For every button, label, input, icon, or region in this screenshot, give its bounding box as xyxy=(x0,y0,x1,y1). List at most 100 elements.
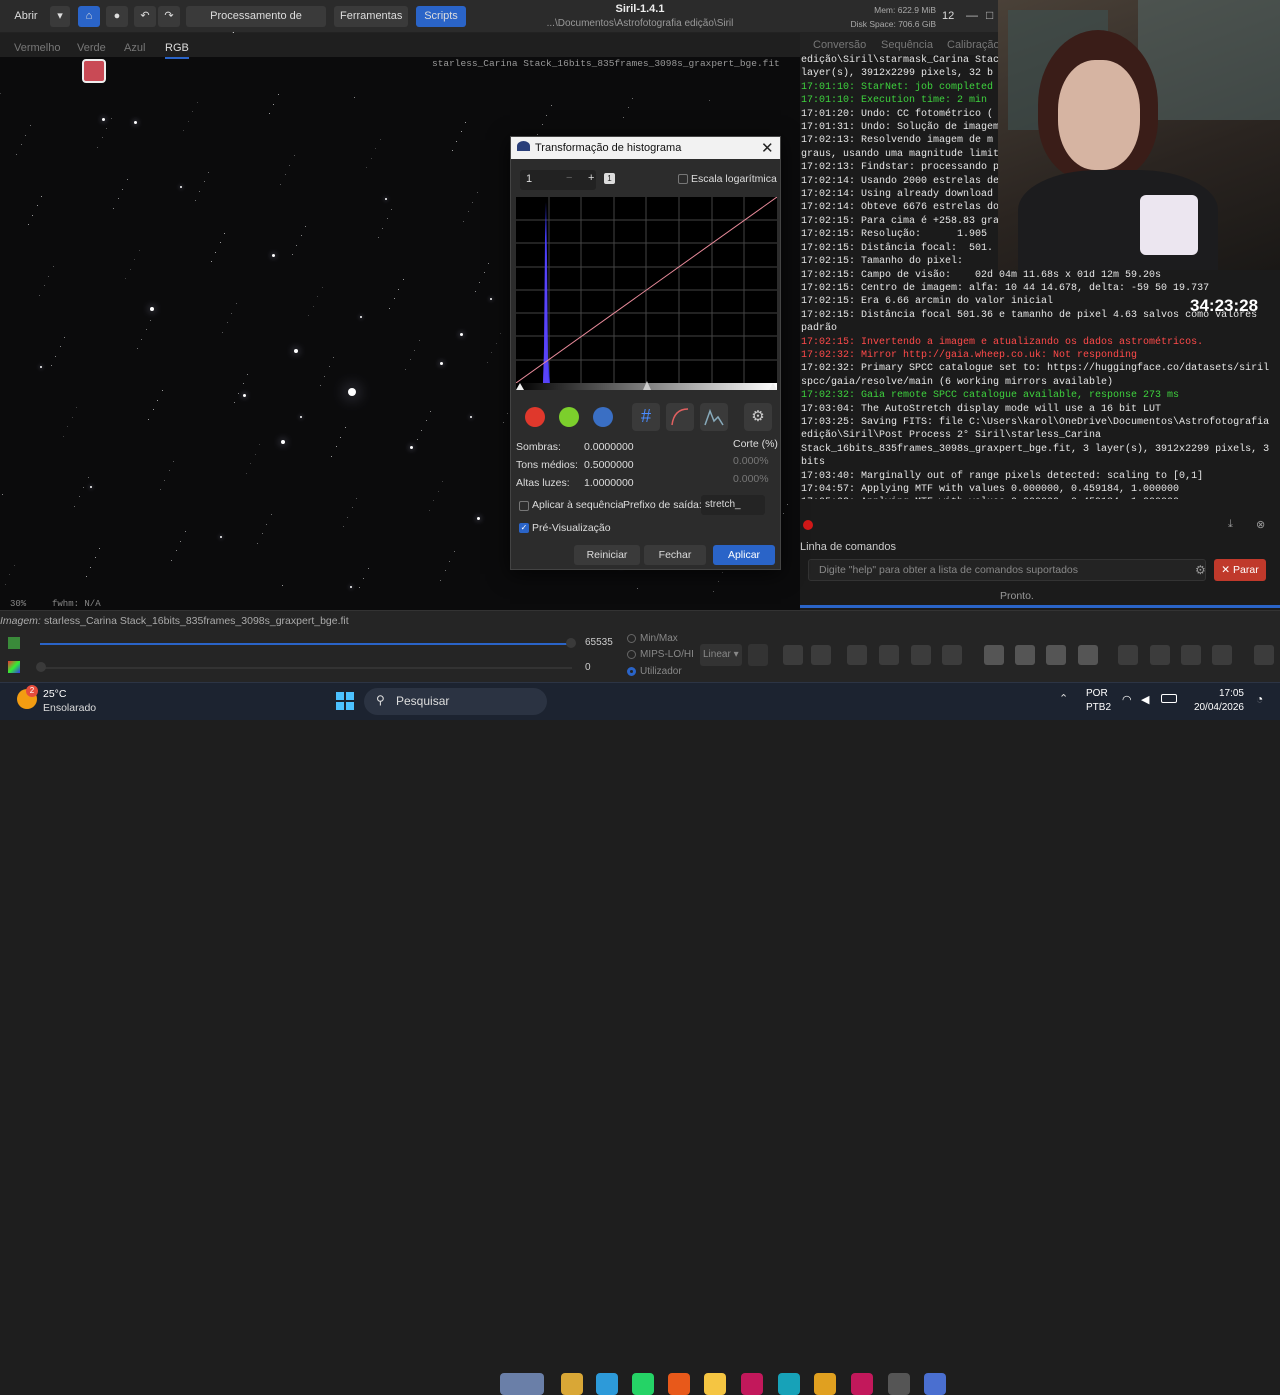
command-input[interactable]: Digite "help" para obter a lista de coma… xyxy=(808,559,1206,581)
color-map-icon[interactable] xyxy=(748,644,768,666)
siril-icon[interactable] xyxy=(851,1373,873,1395)
tools-menu[interactable]: Ferramentas ▾ xyxy=(334,6,408,43)
histogram-plot[interactable] xyxy=(516,197,777,395)
volume-icon[interactable]: ◀ xyxy=(1141,693,1149,706)
mode-mips-radio[interactable] xyxy=(627,650,636,659)
close-button[interactable]: Fechar xyxy=(644,545,706,565)
more-icon[interactable] xyxy=(1254,645,1274,665)
stretch-mode-select[interactable]: Linear ▾ xyxy=(700,644,742,666)
blue-channel-toggle[interactable] xyxy=(589,403,617,431)
starred-icon[interactable] xyxy=(811,645,831,665)
mode-minmax-radio[interactable] xyxy=(627,634,636,643)
target-icon[interactable] xyxy=(911,645,931,665)
maximize-icon[interactable]: □ xyxy=(986,8,993,22)
tray-chevron-icon[interactable]: ⌃ xyxy=(1059,692,1068,705)
zoom-spinbox[interactable]: 1 − + xyxy=(520,170,596,190)
record-indicator-icon[interactable] xyxy=(803,520,813,530)
tab-sequence[interactable]: Sequência xyxy=(881,39,933,51)
folder-icon[interactable] xyxy=(704,1373,726,1395)
language-code[interactable]: POR xyxy=(1086,688,1108,699)
edge-icon[interactable] xyxy=(596,1373,618,1395)
redo-icon[interactable]: ↷ xyxy=(158,6,180,27)
open-button[interactable]: Abrir xyxy=(6,6,46,27)
measure-icon[interactable] xyxy=(1150,645,1170,665)
preview-checkbox[interactable]: ✓ xyxy=(519,523,529,533)
start-icon[interactable] xyxy=(336,692,354,710)
green-channel-toggle[interactable] xyxy=(555,403,583,431)
tab-calibration[interactable]: Calibração xyxy=(947,39,1000,51)
globe-icon[interactable] xyxy=(879,645,899,665)
zoom-increase-icon[interactable]: + xyxy=(588,172,594,184)
tab-red[interactable]: Vermelho xyxy=(14,39,60,57)
record-icon[interactable]: ● xyxy=(106,6,128,27)
log-scale-checkbox[interactable] xyxy=(678,174,688,184)
histogram-dialog[interactable]: Transformação de histograma ✕ 1 − + 1 Es… xyxy=(510,136,781,570)
tab-green[interactable]: Verde xyxy=(77,39,106,57)
minimize-icon[interactable]: — xyxy=(966,8,978,22)
color-display-icon[interactable] xyxy=(8,661,20,673)
zoom-in-icon[interactable] xyxy=(1015,645,1035,665)
min-slider-handle[interactable] xyxy=(36,662,46,672)
weather-desc[interactable]: Ensolarado xyxy=(43,702,96,714)
file-explorer-icon[interactable] xyxy=(561,1373,583,1395)
midtones-value[interactable]: 0.5000000 xyxy=(584,459,634,471)
threads-count[interactable]: 12 xyxy=(942,10,954,22)
office-icon[interactable] xyxy=(668,1373,690,1395)
apply-button[interactable]: Aplicar xyxy=(713,545,775,565)
clear-log-icon[interactable]: ⊗ xyxy=(1256,518,1265,531)
weather-temp[interactable]: 25°C xyxy=(43,688,66,700)
wifi-icon[interactable]: ◠ xyxy=(1122,693,1132,706)
apply-sequence-checkbox[interactable] xyxy=(519,501,529,511)
rgb-display-icon[interactable] xyxy=(8,637,20,649)
siril-pink-icon[interactable] xyxy=(741,1373,763,1395)
max-slider-handle[interactable] xyxy=(566,638,576,648)
battery-icon[interactable] xyxy=(1161,694,1177,703)
terminal-icon[interactable] xyxy=(888,1373,910,1395)
min-slider-track[interactable] xyxy=(40,667,572,669)
reset-button[interactable]: Reiniciar xyxy=(574,545,640,565)
app-cyan-icon[interactable] xyxy=(778,1373,800,1395)
rgb-icon[interactable] xyxy=(1212,645,1232,665)
original-histogram-icon[interactable] xyxy=(700,403,728,431)
siril-active-icon[interactable] xyxy=(924,1373,946,1395)
zoom-one-icon[interactable] xyxy=(1078,645,1098,665)
mode-user-radio[interactable] xyxy=(627,667,636,676)
max-value[interactable]: 65535 xyxy=(585,637,613,648)
image-processing-menu[interactable]: Processamento de imagem ▾ xyxy=(186,6,326,43)
stop-button[interactable]: ✕ Parar xyxy=(1214,559,1266,581)
clock-date[interactable]: 20/04/2026 xyxy=(1180,702,1244,713)
whatsapp-icon[interactable] xyxy=(632,1373,654,1395)
auto-stretch-icon[interactable]: ⚙ xyxy=(744,403,772,431)
shadows-value[interactable]: 0.0000000 xyxy=(584,441,634,453)
selection-icon[interactable] xyxy=(783,645,803,665)
zoom-fit-icon[interactable] xyxy=(1046,645,1066,665)
tab-conversion[interactable]: Conversão xyxy=(813,39,866,51)
download-icon[interactable]: ⤓ xyxy=(1228,518,1233,531)
zoom-decrease-icon[interactable]: − xyxy=(566,172,572,184)
output-prefix-input[interactable]: stretch_ xyxy=(701,495,765,515)
clock-time[interactable]: 17:05 xyxy=(1180,688,1244,699)
chrome-icon[interactable] xyxy=(814,1373,836,1395)
close-icon[interactable]: ✕ xyxy=(761,139,774,157)
keyboard-layout[interactable]: PTB2 xyxy=(1086,702,1111,713)
zoom-out-icon[interactable] xyxy=(984,645,1004,665)
curve-toggle-icon[interactable] xyxy=(666,403,694,431)
tab-rgb[interactable]: RGB xyxy=(165,39,189,59)
taskbar-search[interactable]: ⚲ Pesquisar xyxy=(364,688,547,715)
notifications-icon[interactable]: ◔ xyxy=(1256,692,1263,706)
annotate-icon[interactable] xyxy=(942,645,962,665)
image-tag-icon[interactable] xyxy=(82,59,106,83)
recent-dropdown-button[interactable]: ▾ xyxy=(50,6,70,27)
min-value[interactable]: 0 xyxy=(585,662,591,673)
zoom-fit-icon[interactable]: 1 xyxy=(604,173,615,184)
split-icon[interactable] xyxy=(1181,645,1201,665)
tab-blue[interactable]: Azul xyxy=(124,39,145,57)
undo-icon[interactable]: ↶ xyxy=(134,6,156,27)
scripts-menu[interactable]: Scripts ▾ xyxy=(416,6,466,43)
ruler-icon[interactable] xyxy=(1118,645,1138,665)
red-channel-toggle[interactable] xyxy=(521,403,549,431)
max-slider-track[interactable] xyxy=(40,643,572,645)
grid-toggle-icon[interactable]: # xyxy=(632,403,660,431)
mountain-widget-icon[interactable] xyxy=(500,1373,544,1395)
home-icon[interactable]: ⌂ xyxy=(78,6,100,27)
